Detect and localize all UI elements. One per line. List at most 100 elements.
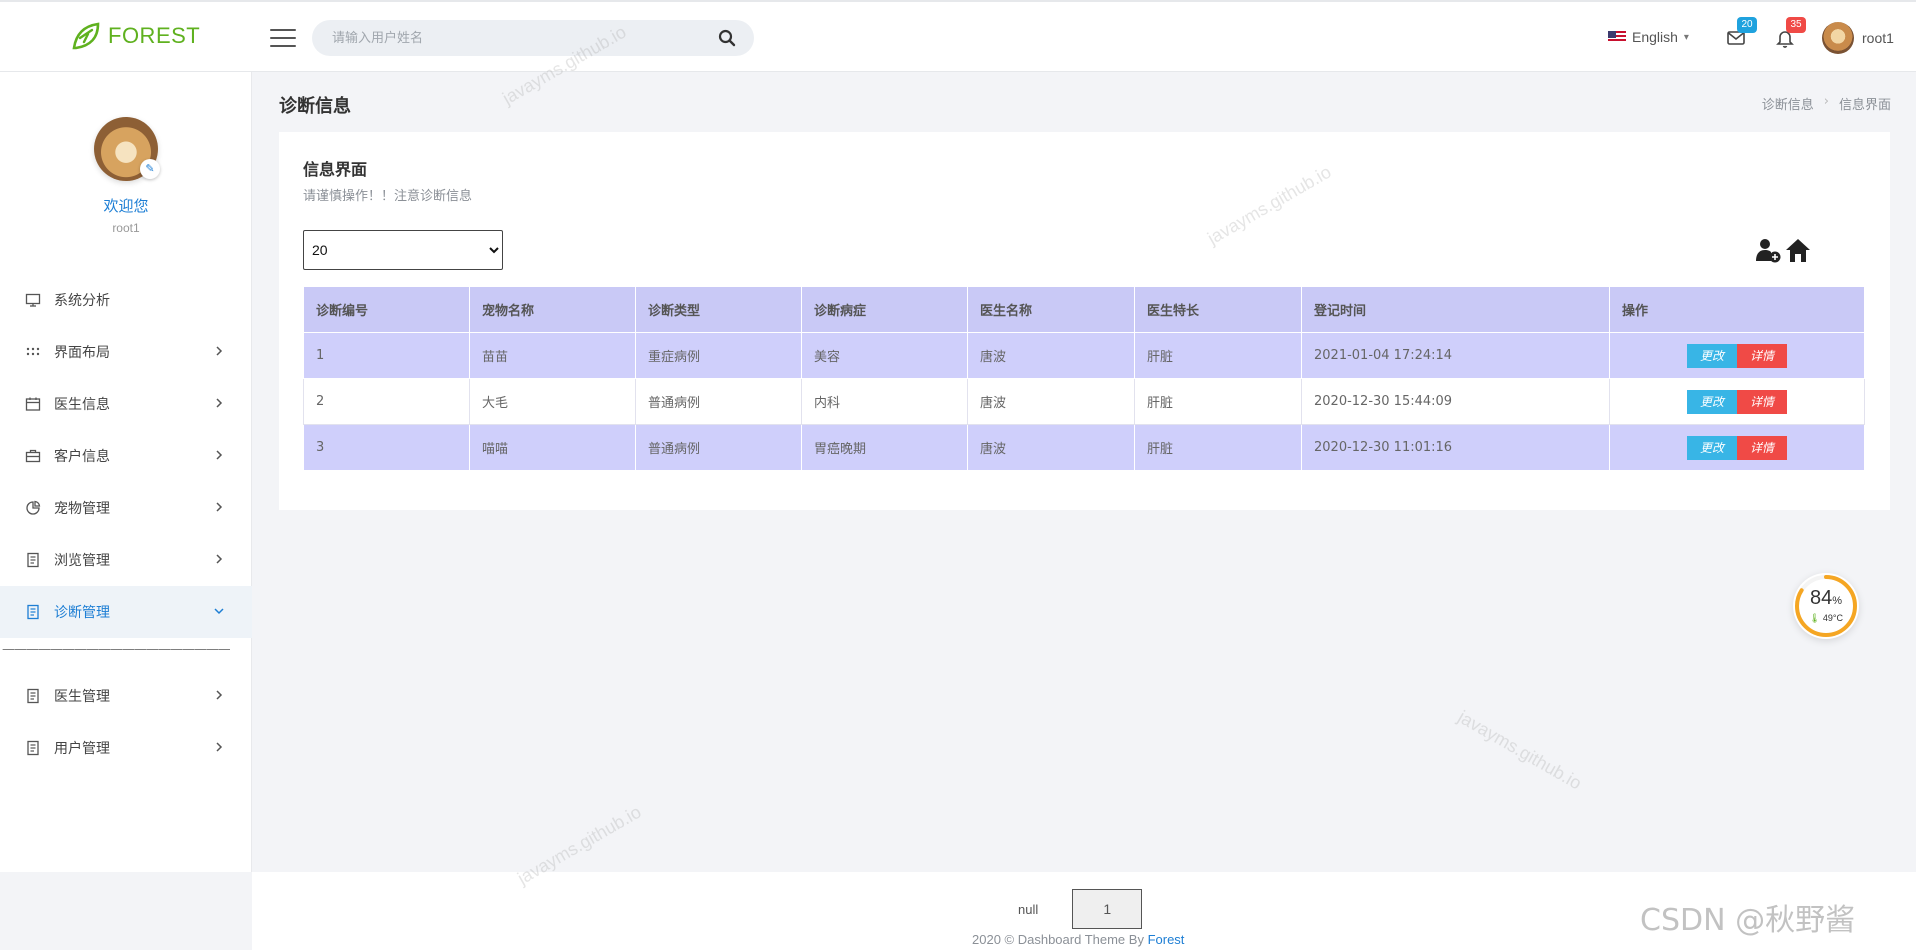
table-header-row: 诊断编号 宠物名称 诊断类型 诊断病症 医生名称 医生特长 登记时间 操作 xyxy=(303,286,1865,333)
table-row: 1 苗苗 重症病例 美容 唐波 肝脏 2021-01-04 17:24:14 更… xyxy=(303,332,1865,379)
avatar xyxy=(1822,22,1854,54)
sidebar-item-label: 客户信息 xyxy=(54,449,110,465)
column-header: 医生名称 xyxy=(967,286,1135,333)
document-icon xyxy=(24,687,42,705)
table-cell: 普通病例 xyxy=(635,424,802,471)
table-cell: 3 xyxy=(303,424,470,471)
footer-copyright: 2020 © Dashboard Theme By Forest xyxy=(972,932,1184,947)
sidebar-item-label: 诊断管理 xyxy=(54,605,110,621)
edit-button[interactable]: 更改 xyxy=(1687,389,1737,414)
home-icon[interactable] xyxy=(1784,236,1812,264)
sidebar-item-pet-management[interactable]: 宠物管理 xyxy=(0,482,252,534)
chevron-right-icon xyxy=(216,502,223,512)
table-cell: 美容 xyxy=(801,332,968,379)
column-header: 医生特长 xyxy=(1134,286,1302,333)
sidebar: ✎ 欢迎您 root1 系统分析 界面布局 医生信息 客户信息 宠物管理 浏览管… xyxy=(0,72,252,872)
card-title: 信息界面 xyxy=(303,160,368,179)
table-cell: 肝脏 xyxy=(1134,424,1302,471)
table-cell: 普通病例 xyxy=(635,378,802,425)
document-icon xyxy=(24,551,42,569)
sidebar-item-system-analysis[interactable]: 系统分析 xyxy=(0,274,252,326)
chevron-right-icon xyxy=(216,398,223,408)
edit-button[interactable]: 更改 xyxy=(1687,435,1737,460)
column-header: 登记时间 xyxy=(1301,286,1610,333)
copyright-text: 2020 © Dashboard Theme By xyxy=(972,932,1148,947)
table-cell: 2 xyxy=(303,378,470,425)
logo-leaf-icon xyxy=(72,22,100,50)
table-cell: 胃癌晚期 xyxy=(801,424,968,471)
calendar-icon xyxy=(24,395,42,413)
sidebar-nav: 系统分析 界面布局 医生信息 客户信息 宠物管理 浏览管理 诊断管理 —————… xyxy=(0,274,252,774)
brand-logo[interactable]: FOREST xyxy=(70,20,200,52)
content-card: 信息界面 请谨慎操作！！注意诊断信息 20 诊断编号 宠物名称 诊断类型 诊断病… xyxy=(279,132,1890,510)
sidebar-item-user-management[interactable]: 用户管理 xyxy=(0,722,252,774)
user-menu[interactable]: root1 xyxy=(1822,22,1894,54)
grid-dots-icon xyxy=(24,343,42,361)
detail-button[interactable]: 详情 xyxy=(1737,389,1787,414)
pagination-page-button[interactable]: 1 xyxy=(1072,889,1143,929)
sidebar-item-browse-management[interactable]: 浏览管理 xyxy=(0,534,252,586)
sidebar-item-label: 医生管理 xyxy=(54,689,110,705)
monitor-temperature: 49°C xyxy=(1822,613,1844,623)
menu-toggle-icon[interactable] xyxy=(270,29,296,47)
chevron-right-icon xyxy=(216,346,223,356)
breadcrumb: 诊断信息 › 信息界面 xyxy=(1762,94,1891,113)
sidebar-profile: ✎ 欢迎您 root1 xyxy=(0,117,252,235)
chevron-down-icon: ▾ xyxy=(1683,31,1689,43)
page-size-select[interactable]: 20 xyxy=(303,230,503,270)
table-row: 3 喵喵 普通病例 胃癌晚期 唐波 肝脏 2020-12-30 11:01:16… xyxy=(303,424,1865,471)
breadcrumb-separator-icon: › xyxy=(1823,94,1829,109)
sidebar-item-doctor-info[interactable]: 医生信息 xyxy=(0,378,252,430)
sidebar-item-layout[interactable]: 界面布局 xyxy=(0,326,252,378)
table-cell: 肝脏 xyxy=(1134,332,1302,379)
notification-count-badge: 35 xyxy=(1786,17,1806,33)
page-title: 诊断信息 xyxy=(279,96,351,117)
sidebar-item-label: 宠物管理 xyxy=(54,501,110,517)
document-icon xyxy=(24,739,42,757)
sidebar-item-diagnosis-management[interactable]: 诊断管理 xyxy=(0,586,252,638)
language-selector[interactable]: English ▾ xyxy=(1608,29,1689,45)
briefcase-icon xyxy=(24,447,42,465)
us-flag-icon xyxy=(1608,31,1626,43)
table-cell: 2021-01-04 17:24:14 xyxy=(1301,332,1610,379)
detail-button[interactable]: 详情 xyxy=(1737,435,1787,460)
row-actions: 更改 详情 xyxy=(1609,424,1865,471)
sidebar-item-label: 浏览管理 xyxy=(54,553,110,569)
brand-name: FOREST xyxy=(108,23,201,48)
column-header: 诊断类型 xyxy=(635,286,802,333)
table-cell: 大毛 xyxy=(469,378,636,425)
table-cell: 苗苗 xyxy=(469,332,636,379)
watermark-text: javayms.github.io xyxy=(1454,706,1586,794)
chevron-right-icon xyxy=(216,690,223,700)
column-header: 诊断病症 xyxy=(801,286,968,333)
row-actions: 更改 详情 xyxy=(1609,332,1865,379)
search-input[interactable] xyxy=(332,20,692,56)
top-header: FOREST English ▾ 20 35 root1 xyxy=(0,0,1916,72)
add-user-icon[interactable] xyxy=(1754,236,1782,264)
edit-pencil-icon[interactable]: ✎ xyxy=(140,159,160,179)
search-icon[interactable] xyxy=(718,29,736,47)
sidebar-item-label: 系统分析 xyxy=(54,293,110,309)
table-cell: 1 xyxy=(303,332,470,379)
table-cell: 重症病例 xyxy=(635,332,802,379)
user-name: root1 xyxy=(1862,30,1894,46)
sidebar-item-doctor-management[interactable]: 医生管理 xyxy=(0,670,252,722)
edit-button[interactable]: 更改 xyxy=(1687,343,1737,368)
monitor-icon xyxy=(24,291,42,309)
sidebar-item-customer-info[interactable]: 客户信息 xyxy=(0,430,252,482)
notification-button[interactable]: 35 xyxy=(1774,17,1806,50)
footer-link[interactable]: Forest xyxy=(1148,932,1185,947)
monitor-percent: 84 xyxy=(1809,587,1833,609)
pagination: null 1 xyxy=(1018,889,1143,929)
language-label: English xyxy=(1632,29,1678,45)
monitor-value: 84% xyxy=(1793,587,1859,610)
chevron-right-icon xyxy=(216,450,223,460)
detail-button[interactable]: 详情 xyxy=(1737,343,1787,368)
breadcrumb-item[interactable]: 诊断信息 xyxy=(1762,94,1814,113)
pagination-prev[interactable]: null xyxy=(1018,902,1038,917)
mail-button[interactable]: 20 xyxy=(1725,17,1757,50)
diagnosis-table: 诊断编号 宠物名称 诊断类型 诊断病症 医生名称 医生特长 登记时间 操作 1 … xyxy=(303,286,1865,471)
profile-avatar[interactable]: ✎ xyxy=(94,117,160,181)
profile-username: root1 xyxy=(112,221,140,235)
system-monitor-widget[interactable]: 84% 🌡 49°C xyxy=(1793,573,1859,639)
